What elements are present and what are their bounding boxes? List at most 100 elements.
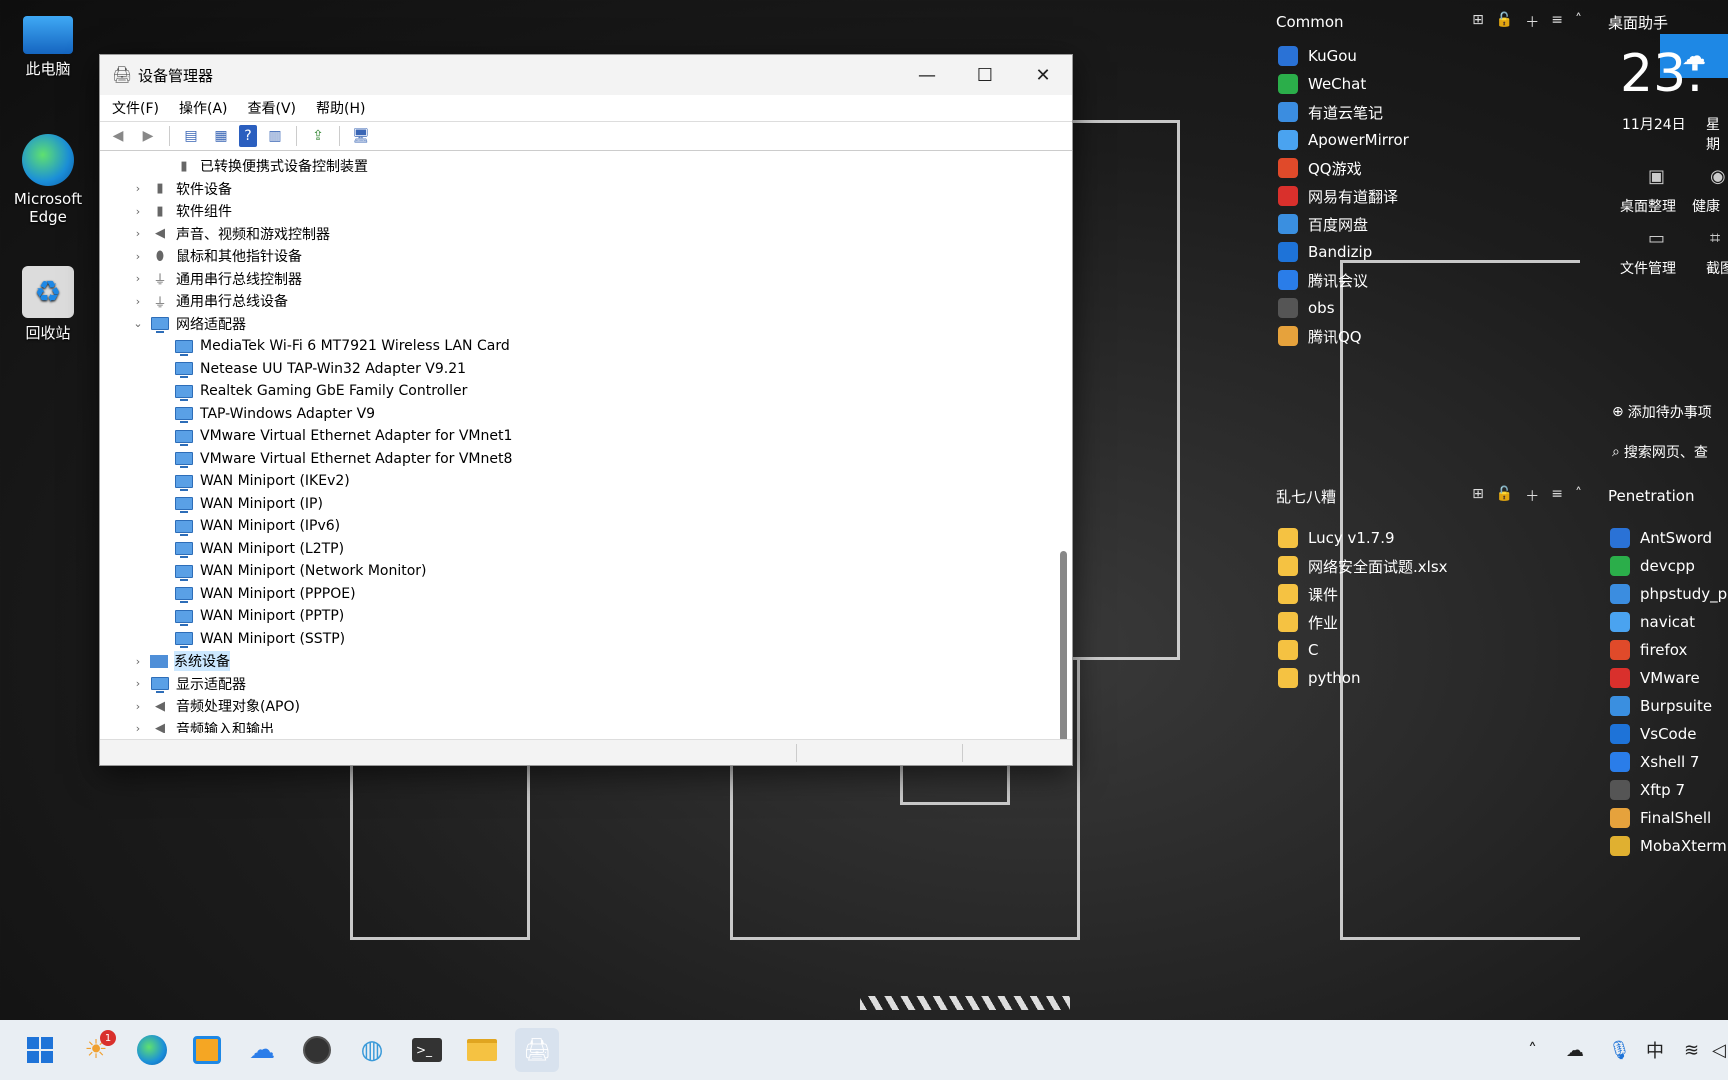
tree-item[interactable]: WAN Miniport (PPTP) [130, 605, 1052, 628]
start-button[interactable] [18, 1028, 62, 1072]
fence-item[interactable]: 腾讯QQ [1264, 322, 1594, 350]
tree-item[interactable]: WAN Miniport (Network Monitor) [130, 560, 1052, 583]
expander-chevron-icon[interactable]: ⌄ [130, 317, 146, 330]
tree-item[interactable]: › ◀ 音频输入和输出 [130, 718, 1052, 733]
fence-item[interactable]: QQ游戏 [1264, 154, 1594, 182]
expander-chevron-icon[interactable]: › [130, 205, 146, 218]
fence-item[interactable]: KuGou [1264, 42, 1594, 70]
scrollbar-thumb[interactable] [1060, 551, 1067, 756]
health-icon[interactable]: ◉ [1710, 166, 1726, 187]
fence-item[interactable]: 有道云笔记 [1264, 98, 1594, 126]
forward-arrow-icon[interactable]: ▶ [136, 125, 160, 147]
tree-item[interactable]: › ◀ 声音、视频和游戏控制器 [130, 223, 1052, 246]
fence-item[interactable]: 作业 [1264, 608, 1594, 636]
taskbar-file-explorer[interactable] [460, 1028, 504, 1072]
tree-item[interactable]: › ◀ 音频处理对象(APO) [130, 695, 1052, 718]
tool-screenshot[interactable]: 截图 [1706, 258, 1728, 278]
tree-item[interactable]: Netease UU TAP-Win32 Adapter V9.21 [130, 358, 1052, 381]
menu-help[interactable]: 帮助(H) [316, 98, 365, 118]
close-button[interactable]: ✕ [1014, 55, 1072, 95]
tree-item[interactable]: WAN Miniport (IKEv2) [130, 470, 1052, 493]
menu-view[interactable]: 查看(V) [248, 98, 297, 118]
menu-action[interactable]: 操作(A) [179, 98, 228, 118]
file-manager-icon[interactable]: ▭ [1648, 228, 1665, 249]
update-driver-icon[interactable]: ⇪ [306, 125, 330, 147]
add-todo-button[interactable]: ⊕ 添加待办事项 [1612, 402, 1712, 422]
tree-item[interactable]: › 系统设备 [130, 650, 1052, 673]
expander-chevron-icon[interactable]: › [130, 250, 146, 263]
microphone-tray[interactable]: 🎙 [1608, 1020, 1631, 1080]
fence-item[interactable]: 网络安全面试题.xlsx [1264, 552, 1594, 580]
fence-item[interactable]: ApowerMirror [1264, 126, 1594, 154]
lock-icon[interactable]: 🔓 [1496, 12, 1513, 32]
fence-item[interactable]: 腾讯会议 [1264, 266, 1594, 294]
expander-chevron-icon[interactable]: › [130, 722, 146, 733]
add-icon[interactable]: ＋ [1525, 486, 1539, 506]
tree-item[interactable]: › ⏚ 通用串行总线控制器 [130, 268, 1052, 291]
scan-hardware-icon[interactable]: 🖥 [349, 125, 373, 147]
taskbar-baidu-netdisk[interactable]: ☁ [240, 1028, 284, 1072]
expander-chevron-icon[interactable]: › [130, 227, 146, 240]
tree-item[interactable]: WAN Miniport (IPv6) [130, 515, 1052, 538]
input-method-indicator[interactable]: 中 [1646, 1020, 1664, 1080]
fence-item[interactable]: WeChat [1264, 70, 1594, 98]
expander-chevron-icon[interactable]: › [130, 272, 146, 285]
add-icon[interactable]: ＋ [1525, 12, 1539, 32]
tree-item[interactable]: › ▮ 软件设备 [130, 178, 1052, 201]
taskbar-app-6[interactable]: ◍ [350, 1028, 394, 1072]
fence-item[interactable]: obs [1264, 294, 1594, 322]
title-bar[interactable]: 🖨 设备管理器 — ☐ ✕ [100, 55, 1072, 95]
tree-item[interactable]: › ▮ 软件组件 [130, 200, 1052, 223]
tool-desktop-organize[interactable]: 桌面整理 [1620, 196, 1676, 216]
help-icon[interactable]: ? [239, 125, 257, 147]
tree-item[interactable]: › ⬮ 鼠标和其他指针设备 [130, 245, 1052, 268]
menu-file[interactable]: 文件(F) [112, 98, 159, 118]
vertical-scrollbar[interactable] [1058, 155, 1068, 756]
weather-widget[interactable]: ☀ 1 [74, 1028, 118, 1072]
action-pane-icon[interactable]: ▥ [263, 125, 287, 147]
menu-icon[interactable]: ≡ [1551, 486, 1563, 506]
fence-item[interactable]: python [1264, 664, 1594, 692]
taskbar-edge[interactable] [130, 1028, 174, 1072]
properties-icon[interactable]: ▦ [209, 125, 233, 147]
web-search-input[interactable]: ⌕ 搜索网页、查 [1612, 442, 1708, 462]
tree-item[interactable]: VMware Virtual Ethernet Adapter for VMne… [130, 425, 1052, 448]
expander-chevron-icon[interactable]: › [130, 655, 146, 668]
fence-item[interactable]: Bandizip [1264, 238, 1594, 266]
tree-item[interactable]: › 显示适配器 [130, 673, 1052, 696]
grid-view-icon[interactable]: ⊞ [1472, 486, 1484, 506]
tree-item[interactable]: WAN Miniport (IP) [130, 493, 1052, 516]
tree-item[interactable]: Realtek Gaming GbE Family Controller [130, 380, 1052, 403]
expander-chevron-icon[interactable]: › [130, 677, 146, 690]
lock-icon[interactable]: 🔓 [1496, 486, 1513, 506]
desktop-icon-recycle-bin[interactable]: ♻ 回收站 [8, 266, 88, 343]
fence-item[interactable]: 课件 [1264, 580, 1594, 608]
expander-chevron-icon[interactable]: › [130, 295, 146, 308]
maximize-button[interactable]: ☐ [956, 55, 1014, 95]
desktop-icon-this-pc[interactable]: 此电脑 [8, 10, 88, 79]
taskbar-device-manager[interactable]: 🖨 [515, 1028, 559, 1072]
volume-tray[interactable]: ◁ [1712, 1020, 1726, 1080]
fence-item[interactable]: Lucy v1.7.9 [1264, 524, 1594, 552]
tree-item[interactable]: ⌄ 网络适配器 [130, 313, 1052, 336]
fence-item[interactable]: 网易有道翻译 [1264, 182, 1594, 210]
show-hide-console-tree-icon[interactable]: ▤ [179, 125, 203, 147]
tree-item[interactable]: MediaTek Wi-Fi 6 MT7921 Wireless LAN Car… [130, 335, 1052, 358]
tree-item[interactable]: WAN Miniport (SSTP) [130, 628, 1052, 651]
back-arrow-icon[interactable]: ◀ [106, 125, 130, 147]
show-hidden-icons[interactable]: ˄ [1528, 1020, 1537, 1080]
screenshot-icon[interactable]: ⌗ [1710, 228, 1720, 249]
desktop-organize-icon[interactable]: ▣ [1648, 166, 1665, 187]
minimize-button[interactable]: — [898, 55, 956, 95]
onedrive-tray[interactable]: ☁ [1566, 1020, 1584, 1080]
wifi-tray[interactable]: ≋ [1684, 1020, 1699, 1080]
taskbar-app-2[interactable] [185, 1028, 229, 1072]
expander-chevron-icon[interactable]: › [130, 700, 146, 713]
fence-item[interactable]: 百度网盘 [1264, 210, 1594, 238]
collapse-icon[interactable]: ˄ [1575, 486, 1582, 506]
taskbar-terminal[interactable]: >_ [405, 1028, 449, 1072]
tree-item[interactable]: VMware Virtual Ethernet Adapter for VMne… [130, 448, 1052, 471]
expander-chevron-icon[interactable]: › [130, 182, 146, 195]
tree-item[interactable]: WAN Miniport (PPPOE) [130, 583, 1052, 606]
tree-item[interactable]: WAN Miniport (L2TP) [130, 538, 1052, 561]
